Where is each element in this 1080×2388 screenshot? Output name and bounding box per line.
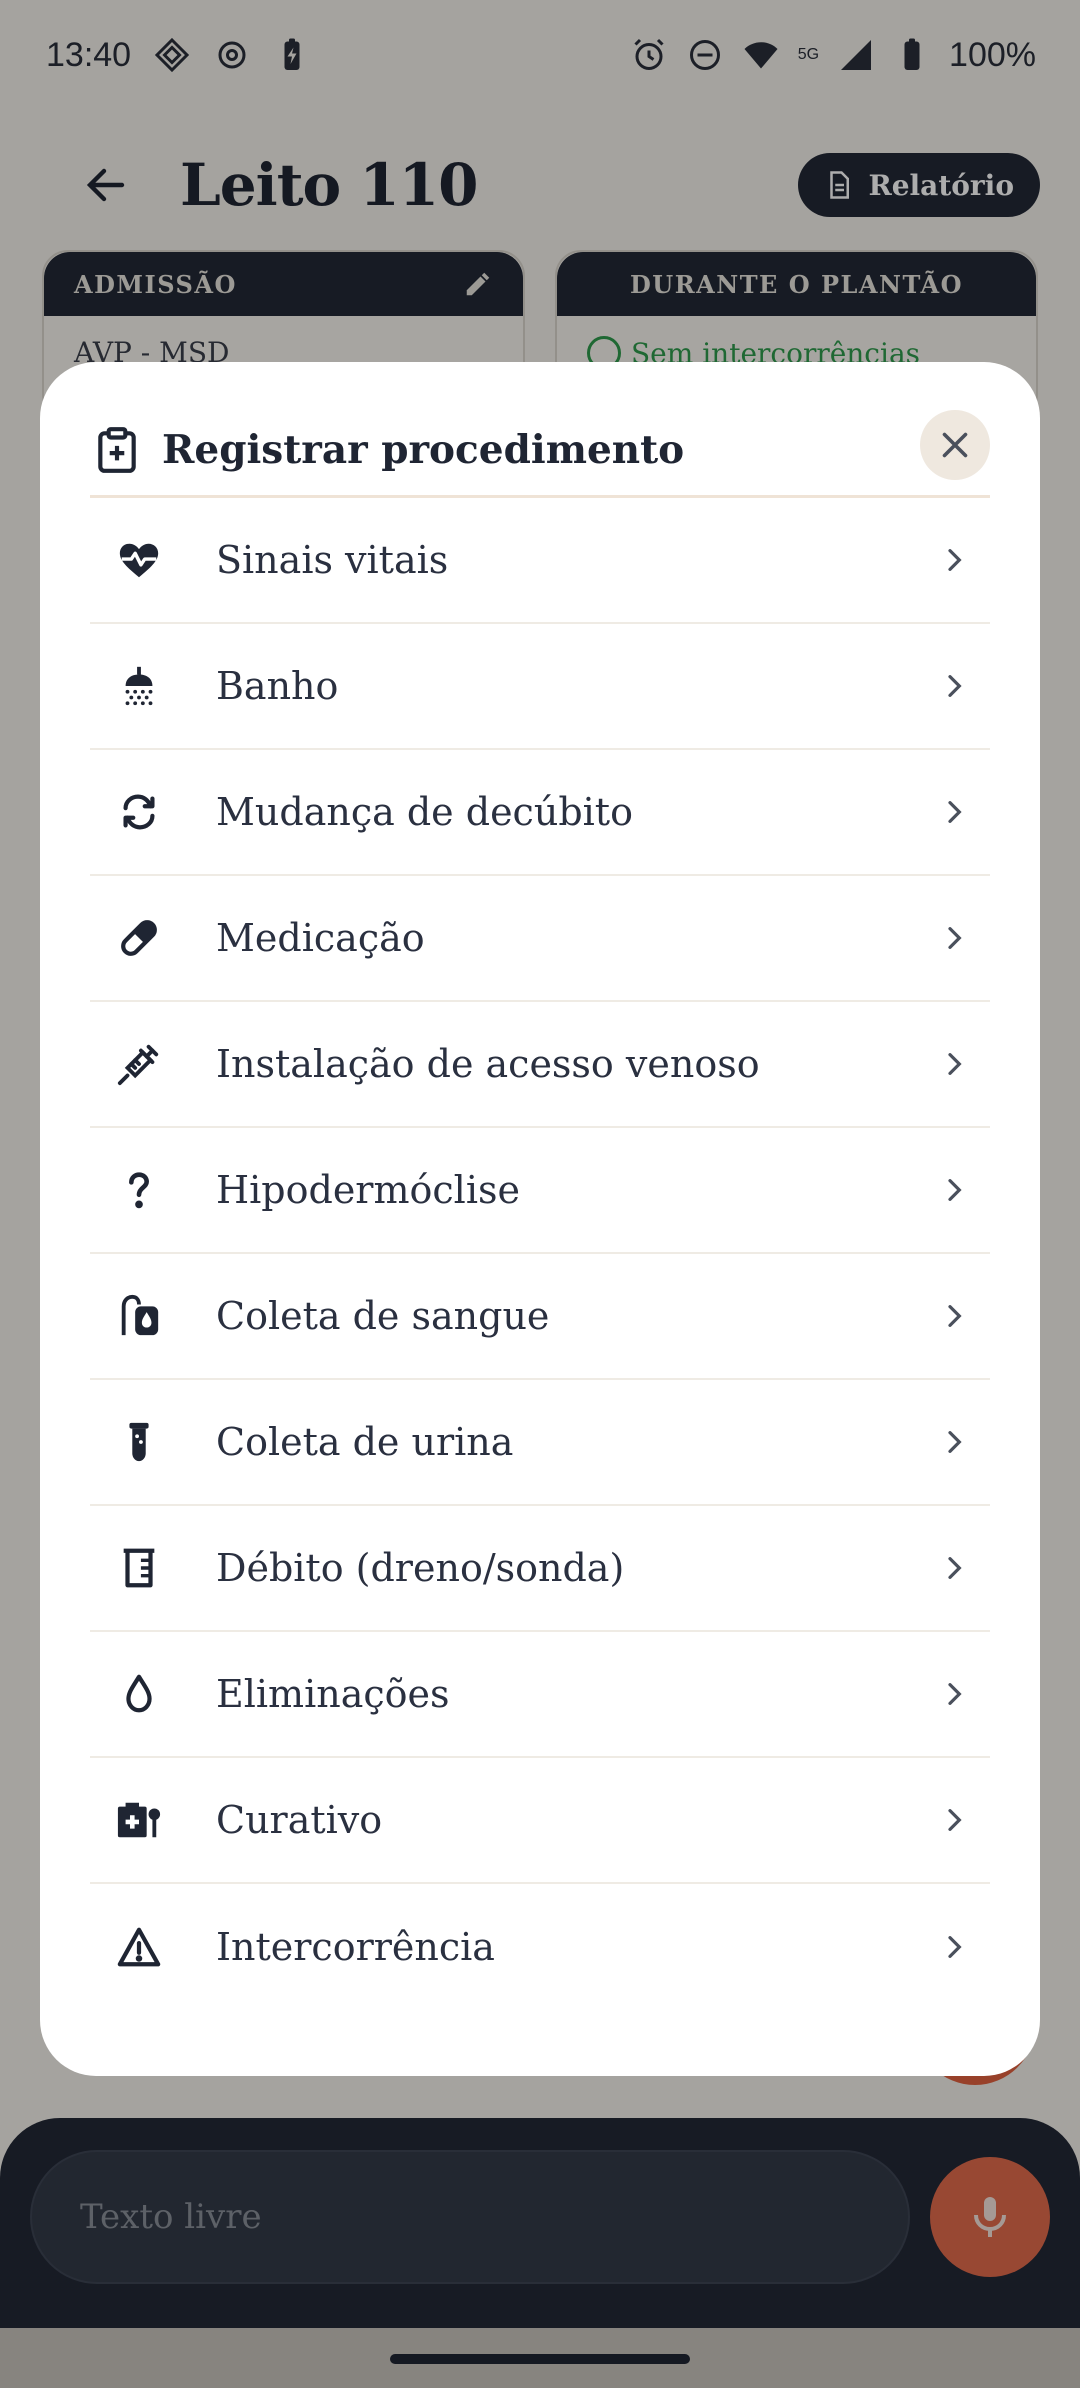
procedure-item-curativo[interactable]: Curativo <box>90 1758 990 1884</box>
procedure-item-medicacao[interactable]: Medicação <box>90 876 990 1002</box>
chevron-right-icon <box>934 1044 974 1084</box>
blood-bag-icon <box>114 1291 164 1341</box>
register-procedure-modal: Registrar procedimento Sinais vitais Ban… <box>40 362 1040 2076</box>
procedure-item-mudanca-decubito[interactable]: Mudança de decúbito <box>90 750 990 876</box>
procedure-item-eliminacoes[interactable]: Eliminações <box>90 1632 990 1758</box>
close-icon <box>942 432 968 457</box>
test-tube-icon <box>114 1417 164 1467</box>
modal-header: Registrar procedimento <box>90 404 990 498</box>
procedure-list: Sinais vitais Banho Mudança de decúbito … <box>90 498 990 2010</box>
chevron-right-icon <box>934 1170 974 1210</box>
pill-icon <box>114 913 164 963</box>
procedure-item-sinais-vitais[interactable]: Sinais vitais <box>90 498 990 624</box>
procedure-label: Débito (dreno/sonda) <box>216 1546 625 1590</box>
rotate-icon <box>114 787 164 837</box>
procedure-label: Eliminações <box>216 1672 450 1716</box>
clipboard-plus-icon <box>90 423 144 477</box>
procedure-item-banho[interactable]: Banho <box>90 624 990 750</box>
procedure-label: Coleta de sangue <box>216 1294 550 1338</box>
modal-title: Registrar procedimento <box>162 426 685 473</box>
question-icon <box>114 1165 164 1215</box>
chevron-right-icon <box>934 1548 974 1588</box>
chevron-right-icon <box>934 540 974 580</box>
shower-icon <box>114 661 164 711</box>
chevron-right-icon <box>934 1800 974 1840</box>
procedure-label: Mudança de decúbito <box>216 790 633 834</box>
drop-icon <box>114 1669 164 1719</box>
warning-triangle-icon <box>114 1922 164 1972</box>
chevron-right-icon <box>934 666 974 706</box>
procedure-label: Sinais vitais <box>216 538 449 582</box>
chevron-right-icon <box>934 792 974 832</box>
procedure-item-debito[interactable]: Débito (dreno/sonda) <box>90 1506 990 1632</box>
procedure-label: Medicação <box>216 916 425 960</box>
procedure-label: Intercorrência <box>216 1925 495 1969</box>
heart-pulse-icon <box>114 535 164 585</box>
beaker-icon <box>114 1543 164 1593</box>
procedure-label: Banho <box>216 664 339 708</box>
procedure-label: Instalação de acesso venoso <box>216 1042 760 1086</box>
chevron-right-icon <box>934 1927 974 1967</box>
procedure-label: Coleta de urina <box>216 1420 514 1464</box>
procedure-item-hipodermoclise[interactable]: Hipodermóclise <box>90 1128 990 1254</box>
procedure-item-acesso-venoso[interactable]: Instalação de acesso venoso <box>90 1002 990 1128</box>
close-button[interactable] <box>920 409 990 480</box>
procedure-label: Curativo <box>216 1798 383 1842</box>
procedure-label: Hipodermóclise <box>216 1168 520 1212</box>
chevron-right-icon <box>934 1422 974 1462</box>
chevron-right-icon <box>934 918 974 958</box>
chevron-right-icon <box>934 1674 974 1714</box>
procedure-item-coleta-urina[interactable]: Coleta de urina <box>90 1380 990 1506</box>
first-aid-kit-icon <box>114 1795 164 1845</box>
chevron-right-icon <box>934 1296 974 1336</box>
procedure-item-intercorrencia[interactable]: Intercorrência <box>90 1884 990 2010</box>
syringe-icon <box>114 1039 164 1089</box>
procedure-item-coleta-sangue[interactable]: Coleta de sangue <box>90 1254 990 1380</box>
